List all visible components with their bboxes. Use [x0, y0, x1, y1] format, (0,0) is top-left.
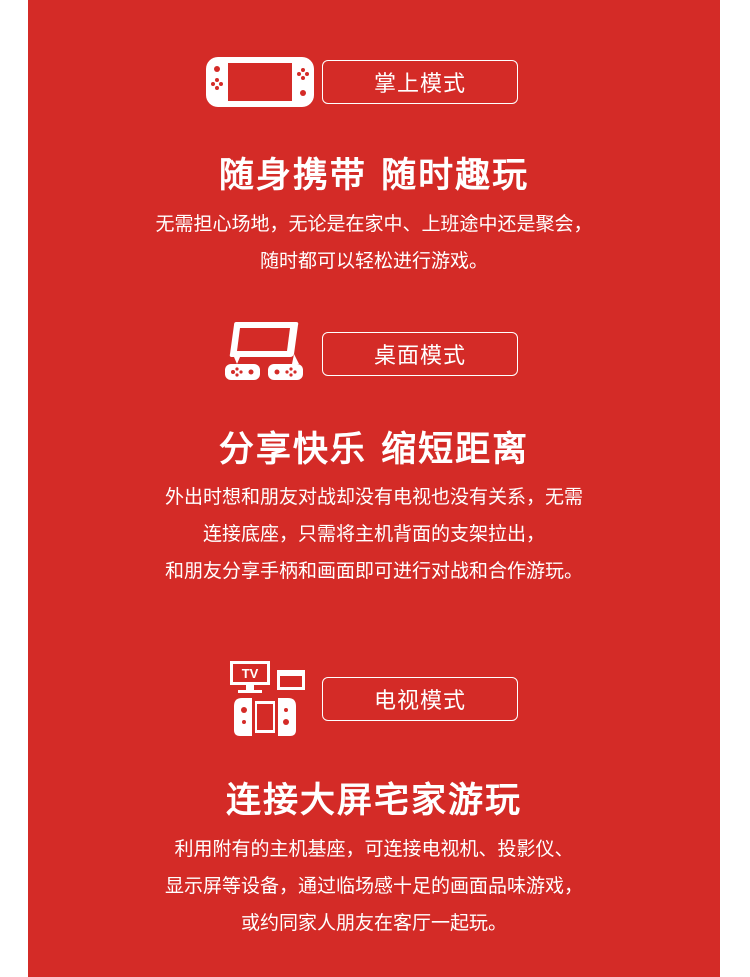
tabletop-stand-icon: [204, 316, 316, 392]
handheld-console-icon: [204, 44, 316, 120]
tv-label: TV: [242, 666, 259, 681]
description-line: 无需担心场地，无论是在家中、上班途中还是聚会，: [155, 213, 593, 235]
tabletop-headline: 分享快乐 缩短距离: [218, 430, 530, 470]
tv-headline: 连接大屏宅家游玩: [225, 781, 522, 821]
description-line: 或约同家人朋友在客厅一起玩。: [240, 912, 507, 934]
tv-mode-badge: 电视模式: [322, 677, 518, 721]
description-line: 显示屏等设备，通过临场感十足的画面品味游戏，: [164, 875, 583, 897]
tabletop-mode-row: 桌面模式: [204, 316, 518, 392]
description-line: 随时都可以轻松进行游戏。: [259, 250, 488, 272]
tv-description: 利用附有的主机基座，可连接电视机、投影仪、 显示屏等设备，通过临场感十足的画面品…: [28, 831, 720, 942]
description-line: 外出时想和朋友对战却没有电视也没有关系，无需: [164, 486, 583, 508]
handheld-description: 无需担心场地，无论是在家中、上班途中还是聚会， 随时都可以轻松进行游戏。: [28, 206, 720, 280]
tabletop-description: 外出时想和朋友对战却没有电视也没有关系，无需 连接底座，只需将主机背面的支架拉出…: [28, 479, 720, 590]
handheld-headline: 随身携带 随时趣玩: [218, 156, 530, 196]
handheld-mode-row: 掌上模式: [204, 44, 518, 120]
tv-dock-icon: TV: [204, 658, 316, 740]
description-line: 利用附有的主机基座，可连接电视机、投影仪、: [174, 838, 574, 860]
tabletop-mode-badge: 桌面模式: [322, 332, 518, 376]
tv-mode-row: TV 电视模式: [204, 658, 518, 740]
handheld-mode-badge: 掌上模式: [322, 60, 518, 104]
description-line: 和朋友分享手柄和画面即可进行对战和合作游玩。: [164, 560, 583, 582]
content-panel: 掌上模式 随身携带 随时趣玩 无需担心场地，无论是在家中、上班途中还是聚会， 随…: [28, 0, 720, 977]
description-line: 连接底座，只需将主机背面的支架拉出，: [202, 523, 545, 545]
